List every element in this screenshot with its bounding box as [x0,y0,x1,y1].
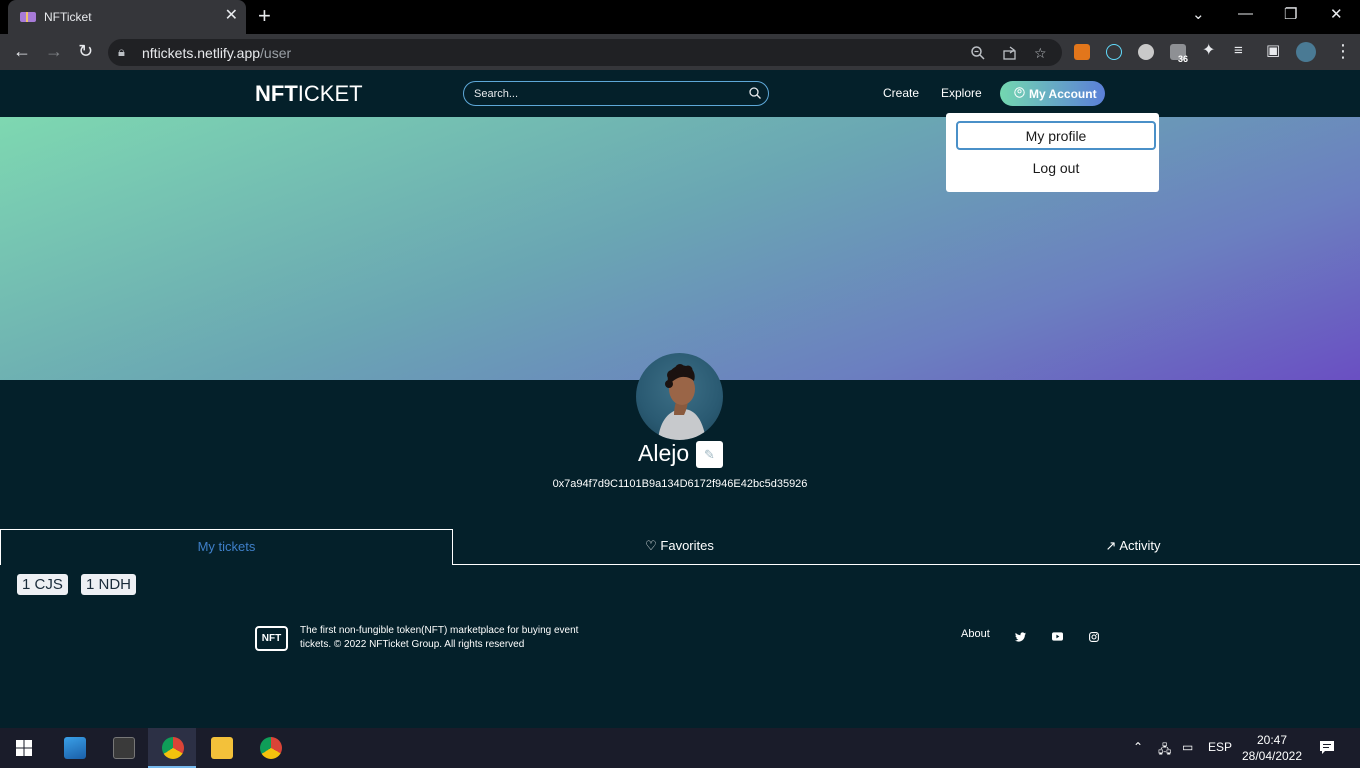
reload-icon[interactable]: ↻ [78,41,93,61]
os-taskbar: ⌃ 🖧︎ ▭ ESP 20:47 28/04/2022 [0,728,1360,768]
clock-date: 28/04/2022 [1241,749,1303,763]
twitter-icon[interactable] [1015,632,1026,642]
extensions-puzzle-icon[interactable]: ✦ [1202,41,1215,61]
language-indicator[interactable]: ESP [1208,740,1232,754]
menu-item-my-profile[interactable]: My profile [956,121,1156,150]
chrome-icon [162,737,184,759]
restore-icon[interactable]: ❐ [1284,5,1297,23]
chrome-icon [260,737,282,759]
notifications-icon[interactable] [1319,740,1335,755]
minimize-icon[interactable]: — [1238,5,1253,22]
side-panel-icon[interactable]: ▣ [1266,41,1280,61]
tab-favorites[interactable]: ♡ Favorites [453,529,906,565]
search-box [463,81,769,106]
close-window-icon[interactable]: ✕ [1330,5,1343,23]
my-account-label: My Account [1029,87,1097,101]
back-icon[interactable]: ← [13,41,31,61]
browser-tab-strip: NFTicket ✕ + ⌄ — ❐ ✕ [0,0,1360,34]
browser-menu-icon[interactable]: ⋮ [1334,41,1352,61]
user-circle-icon [1014,87,1025,98]
profile-tabs: My tickets ♡ Favorites ↗ Activity [0,529,1360,565]
nav-create-link[interactable]: Create [883,86,919,100]
system-clock[interactable]: 20:47 28/04/2022 [1232,732,1312,764]
ticket-favicon-icon [20,12,36,22]
close-tab-icon[interactable]: ✕ [225,7,238,25]
tab-activity-label: Activity [1119,538,1161,553]
media-control-icon[interactable]: ≡ [1234,41,1243,61]
zoom-icon[interactable] [970,45,986,61]
youtube-icon[interactable] [1052,632,1063,641]
new-tab-button[interactable]: + [258,4,271,28]
my-account-button[interactable]: My Account [1000,81,1105,106]
tab-search-icon[interactable]: ⌄ [1192,5,1205,23]
ticket-chip[interactable]: 1 NDH [81,574,137,595]
terminal-icon [113,737,135,759]
tab-my-tickets[interactable]: My tickets [0,529,453,565]
profile-username: Alejo [638,440,690,466]
taskbar-chrome-app[interactable] [246,728,294,768]
nav-explore-link[interactable]: Explore [941,86,982,100]
react-devtools-icon[interactable] [1106,44,1122,60]
profile-photo-icon [658,364,706,440]
photos-icon [64,737,86,759]
footer-description: The first non-fungible token(NFT) market… [300,625,579,650]
tray-chevron-up-icon[interactable]: ⌃ [1133,740,1143,754]
web-page: NFTICKET Create Explore My Account My pr… [0,70,1360,728]
tab-activity[interactable]: ↗ Activity [906,529,1360,565]
bookmark-star-icon[interactable]: ☆ [1034,45,1047,62]
site-logo[interactable]: NFTICKET [255,81,363,107]
taskbar-chrome-app-active[interactable] [148,728,196,768]
taskbar-terminal-app[interactable] [99,728,147,768]
footer-logo: NFT [255,626,288,651]
windows-start-icon[interactable] [16,740,32,756]
browser-tab[interactable]: NFTicket ✕ [8,0,246,34]
clock-time: 20:47 [1256,733,1288,747]
battery-icon[interactable]: ▭ [1182,740,1193,754]
browser-toolbar: ← → ↻ 🔒︎ nftickets.netlify.app/user ☆ 36… [0,34,1360,70]
wallet-address: 0x7a94f7d9C1101B9a134D6172f946E42bc5d359… [552,478,808,490]
search-icon[interactable] [748,86,762,100]
trending-icon: ↗ [1105,538,1117,553]
forward-icon[interactable]: → [45,41,63,61]
tab-favorites-label: Favorites [660,538,714,553]
lock-icon: 🔒︎ [118,44,125,59]
edit-name-button[interactable]: ✎ [696,441,723,468]
metamask-extension-icon[interactable] [1074,44,1090,60]
taskbar-photos-app[interactable] [50,728,98,768]
ticket-chip[interactable]: 1 CJS [17,574,68,595]
instagram-icon[interactable] [1089,632,1099,642]
network-icon[interactable]: 🖧︎ [1158,740,1171,761]
address-bar[interactable]: 🔒︎ nftickets.netlify.app/user ☆ [108,39,1062,66]
url-text: nftickets.netlify.app/user [142,45,292,61]
account-dropdown-menu: My profile Log out [946,113,1159,192]
tab-my-tickets-label: My tickets [197,539,256,554]
menu-item-log-out[interactable]: Log out [956,155,1156,184]
profile-avatar [636,353,723,440]
footer-about-link[interactable]: About [961,628,990,640]
site-header: NFTICKET Create Explore My Account [0,70,1360,117]
search-input[interactable] [474,86,744,102]
heart-icon: ♡ [645,538,657,553]
extension-glasses-icon[interactable] [1138,44,1154,60]
taskbar-file-explorer-app[interactable] [197,728,245,768]
browser-tab-title: NFTicket [44,10,92,24]
profile-avatar-icon[interactable] [1296,42,1316,62]
share-icon[interactable] [1002,45,1018,61]
extension-badge-count: 36 [1178,54,1189,64]
folder-icon [211,737,233,759]
